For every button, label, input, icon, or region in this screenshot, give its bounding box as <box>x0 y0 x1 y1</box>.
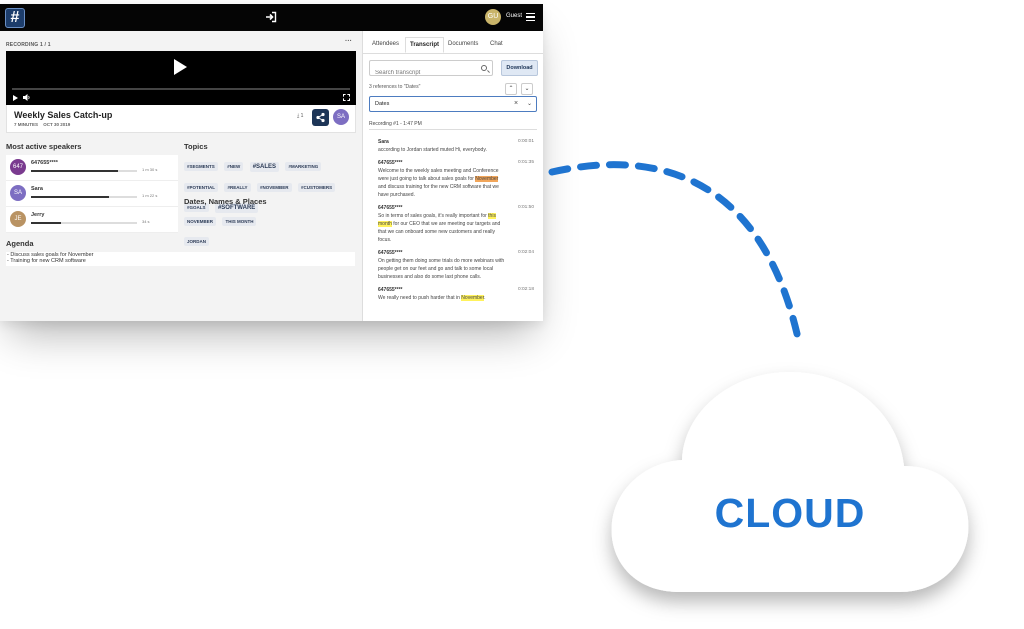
cloud-label: CLOUD <box>714 490 866 536</box>
